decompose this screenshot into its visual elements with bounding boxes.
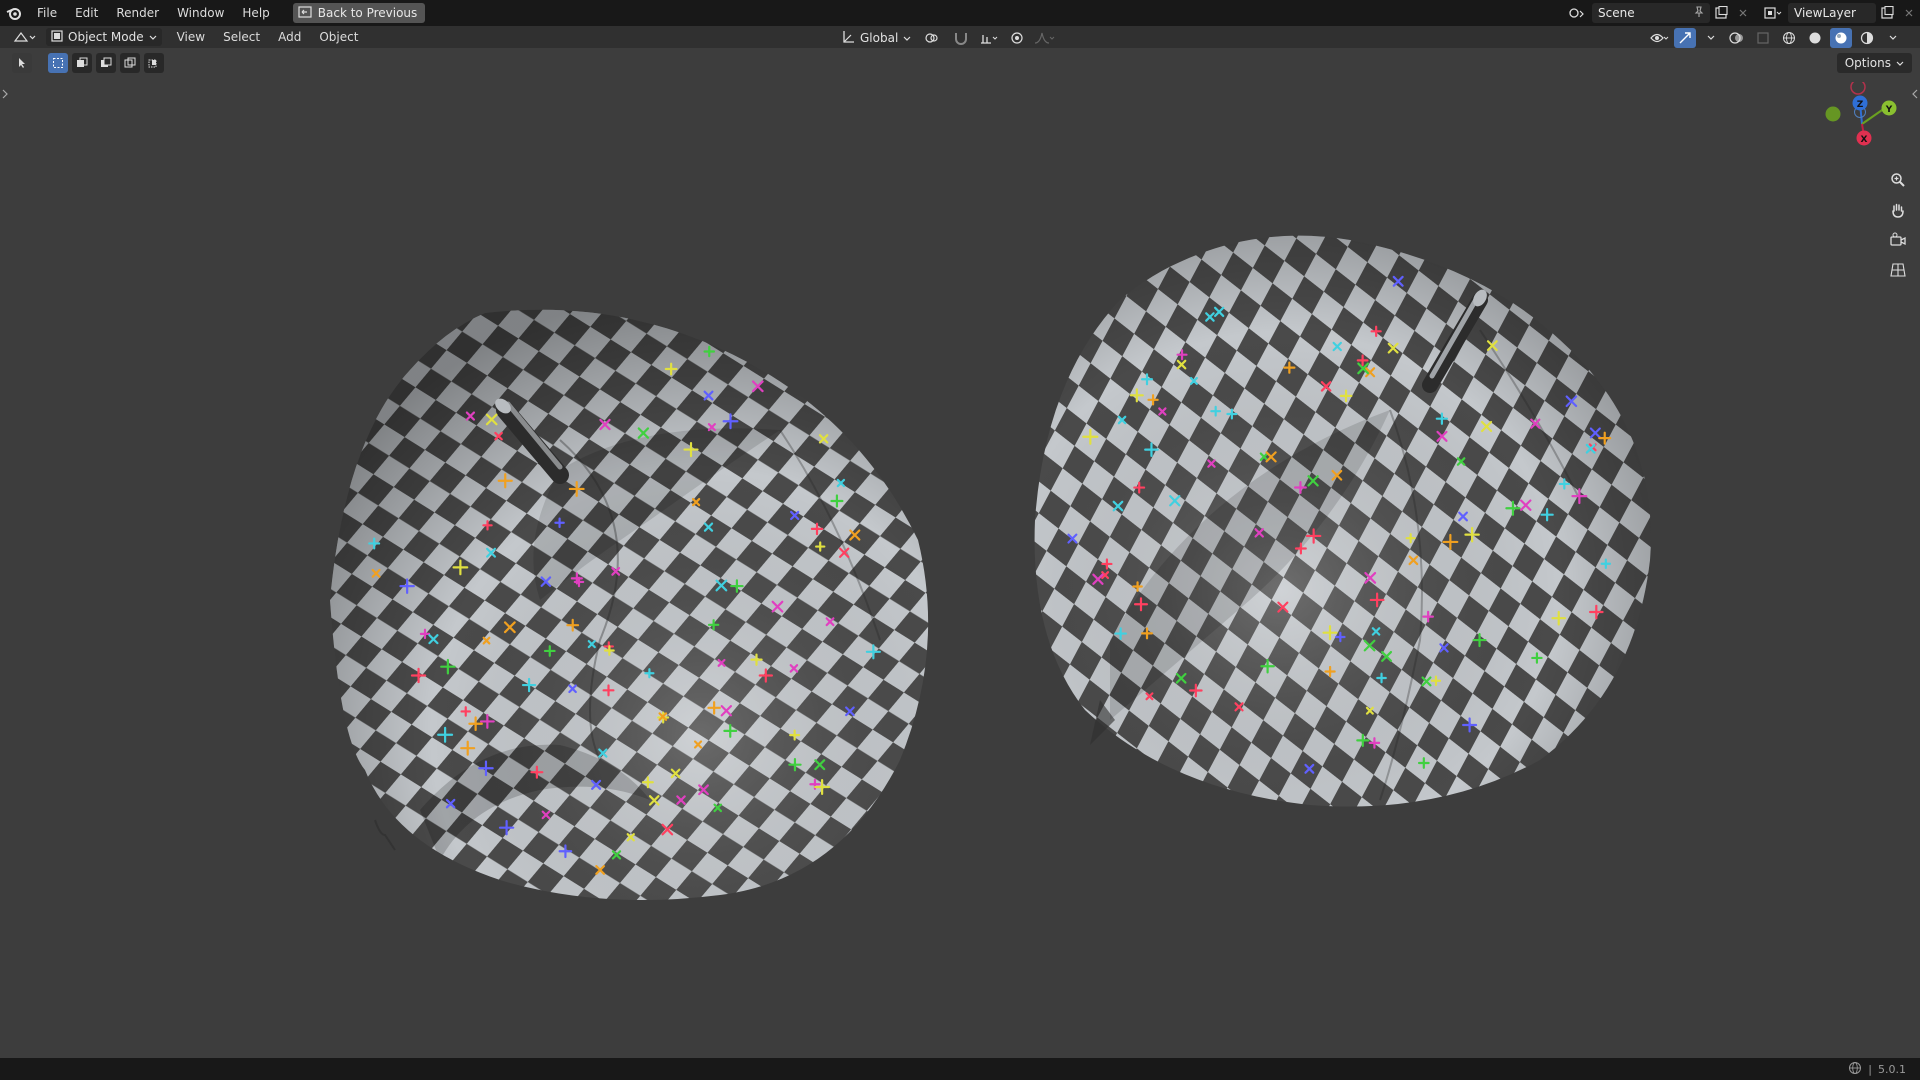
gizmo-toggle-icon[interactable] [1674,28,1696,48]
network-globe-icon[interactable] [1848,1061,1862,1078]
menu-file[interactable]: File [28,0,66,26]
solid-shading-icon[interactable] [1804,28,1826,48]
viewport-header: Object Mode View Select Add Object Globa… [0,26,1920,48]
xray-toggle-icon[interactable] [1752,28,1774,48]
view-layer-name: ViewLayer [1794,6,1856,20]
menu-select[interactable]: Select [214,30,269,44]
menu-help[interactable]: Help [233,0,278,26]
menu-add[interactable]: Add [269,30,310,44]
scene-name-field[interactable]: Scene [1592,3,1710,23]
chevron-down-icon [903,31,911,45]
pin-icon[interactable] [1694,5,1704,21]
blender-logo-icon[interactable] [0,0,28,26]
snap-magnet-icon[interactable] [950,28,972,48]
back-to-previous-label: Back to Previous [317,6,418,20]
orientation-axes-icon [841,30,855,47]
wireframe-shading-icon[interactable] [1778,28,1800,48]
screen-back-icon [298,5,312,21]
transform-orientation-label: Global [860,31,899,45]
object-visibility-icon[interactable] [1648,28,1670,48]
view-layer-selector-icon[interactable] [1762,3,1784,23]
rendered-shading-icon[interactable] [1856,28,1878,48]
proportional-editing-icon[interactable] [1006,28,1028,48]
view-layer-field[interactable]: ViewLayer [1788,3,1876,23]
object-mode-label: Object Mode [68,30,144,44]
material-preview-shading-icon[interactable] [1830,28,1852,48]
back-to-previous-button[interactable]: Back to Previous [292,3,426,23]
new-scene-icon[interactable] [1710,3,1732,23]
top-bar: File Edit Render Window Help Back to Pre… [0,0,1920,26]
overlays-icon[interactable] [1726,28,1748,48]
new-view-layer-icon[interactable] [1876,3,1898,23]
object-mode-icon [51,29,63,45]
delete-scene-icon[interactable] [1732,3,1754,23]
scene-canvas [330,235,1651,901]
menu-object[interactable]: Object [310,30,367,44]
version-label: 5.0.1 [1878,1062,1906,1076]
menu-view[interactable]: View [168,30,214,44]
delete-view-layer-icon[interactable] [1898,3,1920,23]
status-bar: | 5.0.1 [0,1058,1920,1080]
menu-window[interactable]: Window [168,0,233,26]
scene-name: Scene [1598,6,1635,20]
status-separator: | [1868,1062,1872,1076]
3d-viewport[interactable]: Options Z Y X [0,48,1920,1058]
shading-options-icon[interactable] [1882,28,1904,48]
checkered-sphere-right[interactable] [1034,235,1651,807]
chevron-down-icon [149,30,157,44]
object-mode-dropdown[interactable]: Object Mode [46,28,162,46]
snap-target-icon[interactable] [978,28,1000,48]
pivot-point-icon[interactable] [922,28,944,48]
menu-render[interactable]: Render [107,0,168,26]
menu-edit[interactable]: Edit [66,0,107,26]
falloff-curve-icon[interactable] [1034,28,1056,48]
gizmo-dropdown-icon[interactable] [1700,28,1722,48]
transform-orientation-dropdown[interactable]: Global [836,29,916,47]
checkered-sphere-left[interactable] [330,309,929,901]
editor-type-icon[interactable] [10,27,40,47]
scene-selector-icon[interactable] [1566,3,1588,23]
